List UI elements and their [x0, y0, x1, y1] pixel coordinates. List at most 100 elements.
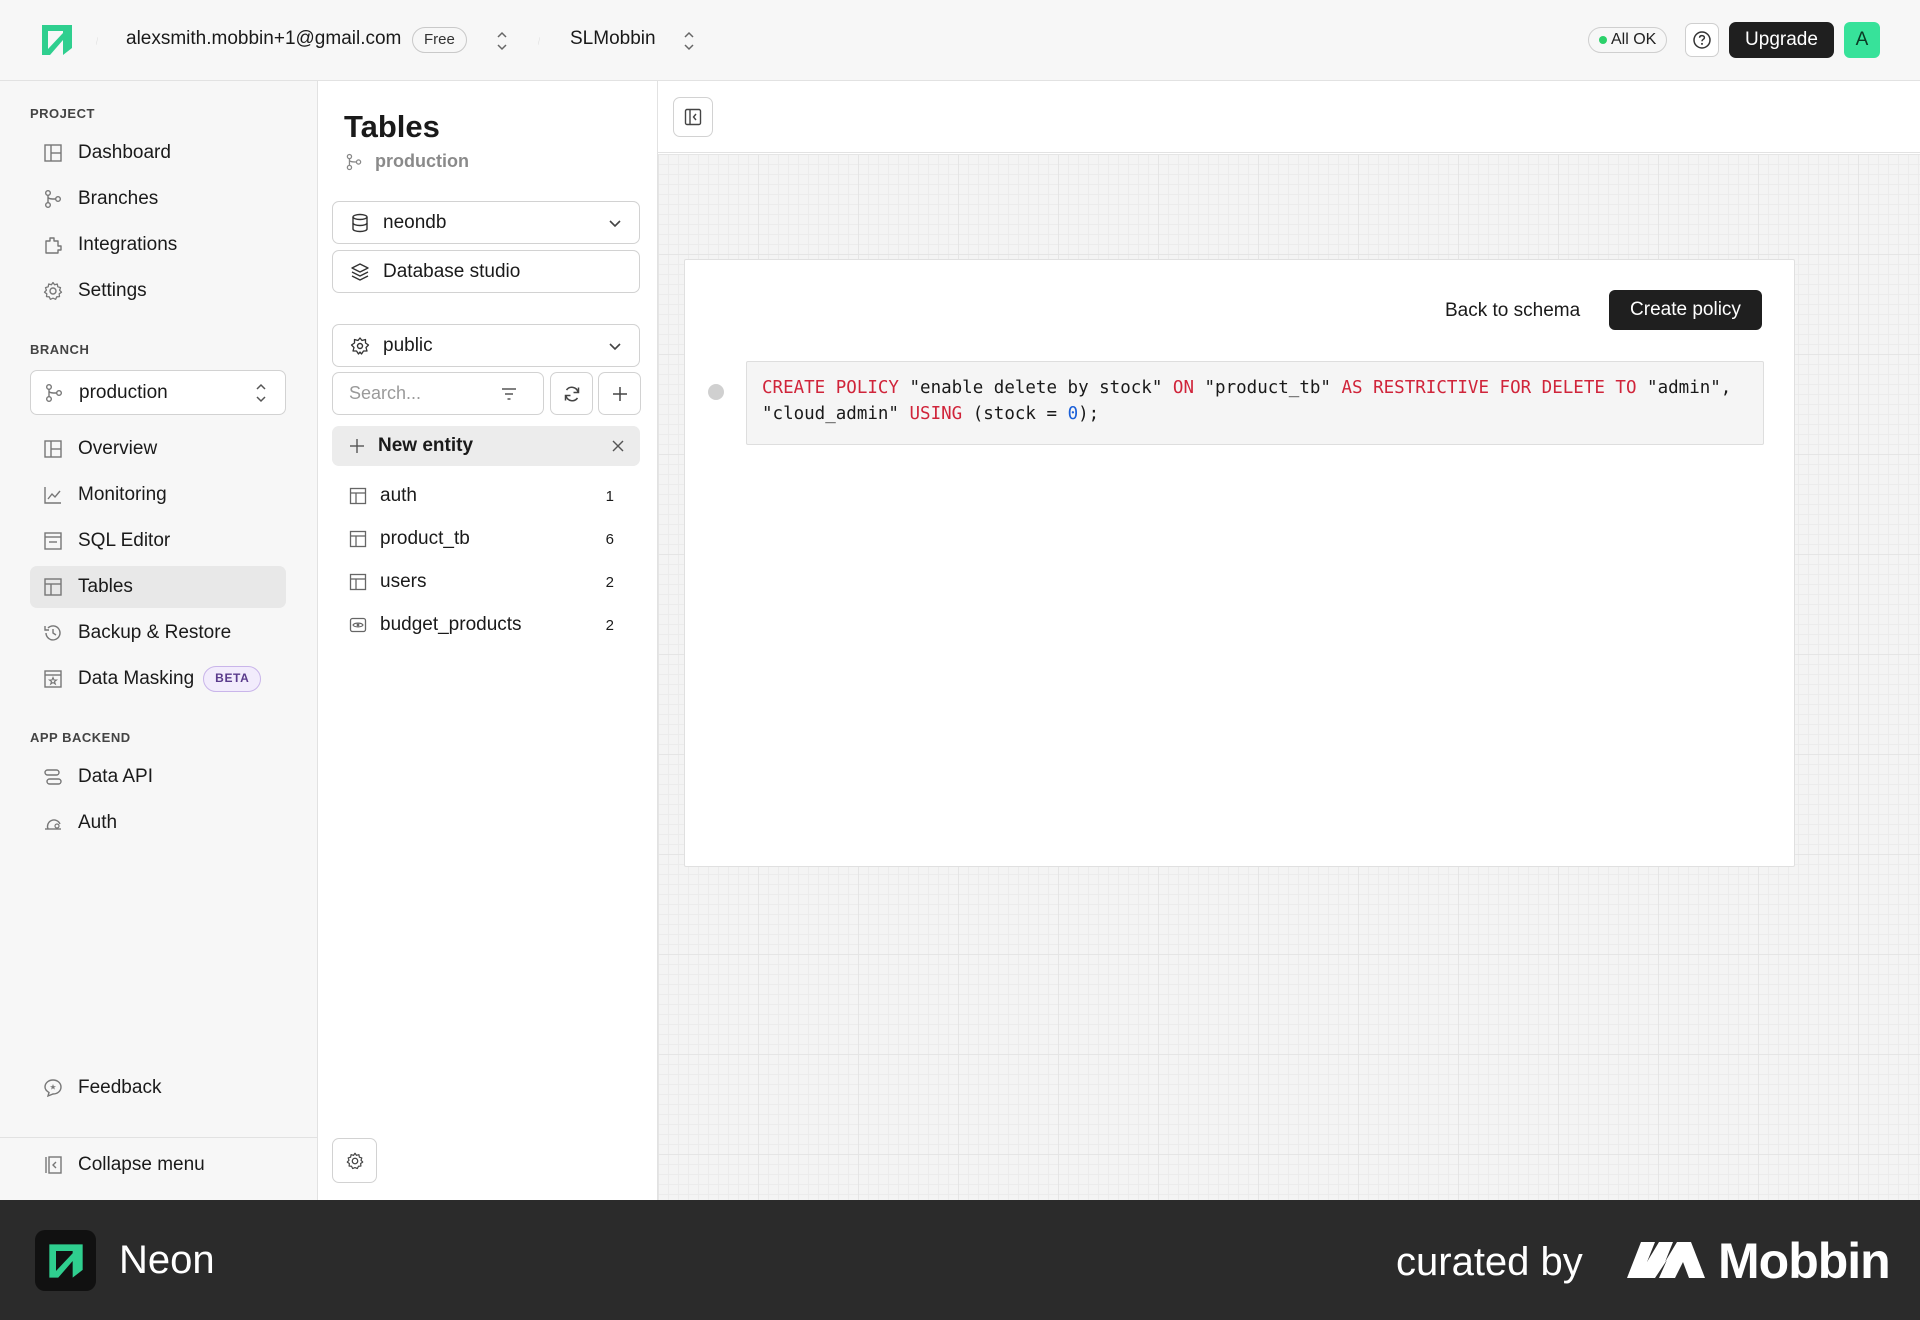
database-studio-button[interactable]: Database studio [332, 250, 640, 293]
sql-text: ); [1078, 403, 1100, 424]
sidebar-item-data-masking[interactable]: Data Masking BETA [30, 658, 286, 700]
table-row[interactable]: product_tb 6 [332, 519, 640, 559]
new-entity-row[interactable]: New entity [332, 426, 640, 466]
branches-icon [46, 383, 62, 402]
upgrade-button[interactable]: Upgrade [1729, 22, 1834, 58]
app-backend-section-label: APP BACKEND [30, 730, 131, 745]
collapse-menu-button[interactable]: Collapse menu [30, 1144, 286, 1186]
search-input[interactable] [333, 383, 493, 404]
sidebar-item-backup-restore[interactable]: Backup & Restore [30, 612, 286, 654]
sidebar-item-label: SQL Editor [78, 530, 171, 551]
sidebar-item-auth[interactable]: Auth [30, 802, 286, 844]
table-count: 2 [605, 616, 614, 634]
table-name: product_tb [380, 528, 470, 549]
gear-icon [43, 281, 63, 300]
sidebar-item-integrations[interactable]: Integrations [30, 224, 286, 266]
create-policy-button[interactable]: Create policy [1609, 290, 1762, 330]
status-badge[interactable]: All OK [1588, 27, 1668, 53]
feedback-button[interactable]: Feedback [30, 1067, 286, 1109]
collapse-menu-label: Collapse menu [78, 1154, 205, 1175]
panel-settings-button[interactable] [332, 1138, 377, 1183]
sidebar-item-settings[interactable]: Settings [30, 270, 286, 312]
project-name[interactable]: SLMobbin [570, 28, 656, 50]
chart-icon [44, 487, 61, 504]
sidebar-item-dashboard[interactable]: Dashboard [30, 132, 286, 174]
sql-number: 0 [1067, 403, 1079, 424]
sql-keyword: USING [909, 403, 963, 424]
help-button[interactable] [1685, 23, 1719, 57]
branch-selector[interactable]: production [30, 370, 286, 415]
refresh-button[interactable] [550, 372, 593, 415]
sidebar-collapse-icon [684, 108, 702, 126]
terminal-icon [44, 532, 62, 550]
feedback-icon [44, 1079, 62, 1098]
curated-by-label: curated by [1396, 1240, 1583, 1284]
main-header [658, 81, 1920, 153]
tables-panel: Tables production neondb Database studio… [318, 81, 658, 1200]
history-icon [44, 625, 61, 641]
schema-selector-value: public [383, 334, 433, 356]
filter-icon[interactable] [499, 384, 519, 404]
footer-app-name: Neon [119, 1238, 215, 1282]
sql-text: "cloud_admin" [762, 403, 910, 424]
dashboard-icon [44, 144, 62, 162]
avatar[interactable]: A [1844, 22, 1880, 58]
top-bar: alexsmith.mobbin+1@gmail.com Free SLMobb… [0, 0, 1920, 81]
sql-text: "admin", [1636, 378, 1732, 398]
sidebar-item-label: Backup & Restore [78, 622, 232, 643]
status-label: All OK [1611, 31, 1657, 48]
sidebar-item-label: Tables [78, 576, 133, 597]
gear-icon [346, 1152, 363, 1169]
sidebar-item-data-api[interactable]: Data API [30, 756, 286, 798]
table-icon [44, 578, 62, 596]
add-entity-button[interactable] [598, 372, 641, 415]
sql-keyword: CREATE POLICY [762, 378, 899, 398]
database-selector-value: neondb [383, 211, 447, 233]
branch-selector-value: production [79, 381, 168, 403]
plus-icon [612, 386, 627, 401]
beta-badge: BETA [203, 666, 262, 692]
sql-keyword: AS RESTRICTIVE FOR DELETE TO [1341, 378, 1637, 398]
sidebar-item-branches[interactable]: Branches [30, 178, 286, 220]
sql-text: (stock = [962, 403, 1068, 424]
sidebar-item-sql-editor[interactable]: SQL Editor [30, 520, 286, 562]
search-field[interactable] [332, 372, 544, 415]
feedback-label: Feedback [78, 1077, 162, 1098]
database-selector[interactable]: neondb [332, 201, 640, 244]
sidebar-item-label: Overview [78, 438, 158, 459]
separator-slash-icon [96, 37, 98, 45]
project-switcher-chevrons-icon[interactable] [681, 28, 697, 54]
collapse-panel-button[interactable] [673, 97, 713, 137]
question-icon [1693, 31, 1711, 49]
sql-code-block[interactable]: CREATE POLICY "enable delete by stock" O… [746, 361, 1764, 445]
sidebar-item-overview[interactable]: Overview [30, 428, 286, 470]
sidebar-item-monitoring[interactable]: Monitoring [30, 474, 286, 516]
database-icon [352, 213, 368, 232]
table-count: 6 [605, 530, 614, 548]
table-row[interactable]: users 2 [332, 562, 640, 602]
schema-icon [350, 336, 370, 355]
table-icon [349, 487, 367, 505]
sidebar-divider [0, 1137, 317, 1138]
project-section-label: PROJECT [30, 106, 95, 121]
account-email[interactable]: alexsmith.mobbin+1@gmail.com [126, 28, 401, 50]
account-switcher-chevrons-icon[interactable] [494, 28, 510, 54]
sidebar-item-tables[interactable]: Tables [30, 566, 286, 608]
close-icon[interactable] [610, 438, 626, 454]
sql-text: "product_tb" [1193, 378, 1342, 398]
refresh-icon [564, 386, 579, 401]
sidebar-item-label: Data API [78, 766, 153, 787]
sql-text: "enable delete by stock" [898, 378, 1173, 398]
branches-icon [45, 190, 61, 208]
table-row[interactable]: budget_products 2 [332, 605, 640, 645]
back-to-schema-link[interactable]: Back to schema [1445, 300, 1580, 322]
neon-logo-icon[interactable] [39, 22, 75, 58]
new-entity-label: New entity [378, 435, 474, 456]
mobbin-logo-icon [1627, 1242, 1705, 1278]
branches-icon [346, 153, 362, 170]
sidebar-item-label: Integrations [78, 234, 178, 255]
layers-icon [351, 262, 369, 281]
sidebar-item-label: Monitoring [78, 484, 167, 505]
table-row[interactable]: auth 1 [332, 476, 640, 516]
schema-selector[interactable]: public [332, 324, 640, 367]
